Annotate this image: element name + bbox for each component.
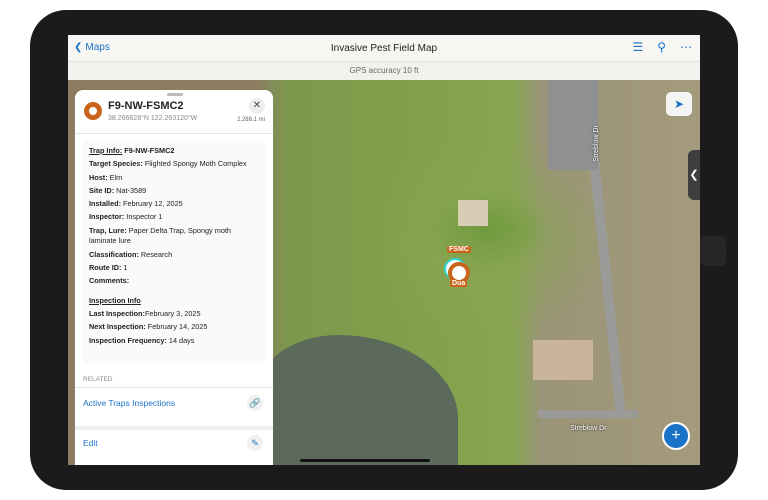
attribute-line: Inspection Frequency: 14 days [89, 336, 259, 347]
attribute-label: Inspection Frequency: [89, 335, 167, 345]
gps-accuracy: GPS accuracy 10 ft [68, 62, 700, 80]
feature-header: F9-NW-FSMC2 38.266828°N 122.263120°W ✕ 2… [75, 98, 273, 134]
attribute-line: Installed: February 12, 2025 [89, 199, 259, 210]
street-label: Streblow Dr [570, 425, 607, 432]
attribute-label: Installed: [89, 199, 122, 209]
trap-map-pin[interactable] [444, 258, 470, 284]
device-side-button [700, 236, 726, 266]
popup-content: Trap Info: F9-NW-FSMC2 Target Species: Fl… [83, 140, 265, 364]
close-icon: ✕ [252, 100, 262, 111]
attribute-line: Trap, Lure: Paper Delta Trap, Spongy mot… [89, 226, 259, 247]
attribute-line: Trap Info: F9-NW-FSMC2 [89, 146, 259, 157]
feature-panel: F9-NW-FSMC2 38.266828°N 122.263120°W ✕ 2… [75, 90, 273, 465]
attribute-value: Elm [107, 172, 123, 182]
attribute-value: F9-NW-FSMC2 [122, 146, 175, 155]
attribute-value: Flighted Spongy Moth Complex [142, 159, 247, 169]
parking-lot [548, 80, 598, 170]
feature-title: F9-NW-FSMC2 [108, 100, 184, 112]
attribute-line: Classification: Research [89, 250, 259, 261]
edit-label: Edit [83, 438, 98, 448]
attribute-value: Inspector 1 [124, 212, 163, 222]
page-title: Invasive Pest Field Map [330, 43, 438, 54]
layers-icon[interactable]: ☰ [632, 40, 643, 54]
attribute-line: Last Inspection:February 3, 2025 [89, 309, 259, 320]
attribute-value: Nat-3589 [114, 185, 147, 195]
navigation-bar: ❮ Maps Invasive Pest Field Map ☰ ⚲ ⋯ [68, 35, 700, 62]
side-panel-handle[interactable]: ❮ [688, 150, 700, 200]
navigation-arrow-icon: ➤ [673, 97, 685, 111]
related-active-traps-inspections[interactable]: Active Traps Inspections 🔗 [75, 387, 273, 417]
attribute-line: Comments: [89, 276, 259, 287]
attribute-value: 1 [121, 262, 128, 272]
chevron-left-icon: ❮ [689, 169, 699, 181]
attribute-value: February 12, 2025 [121, 199, 183, 209]
more-icon[interactable]: ⋯ [680, 40, 692, 54]
edit-row[interactable]: Edit ✎ [75, 426, 273, 456]
street-label: Streblow Dr [592, 125, 600, 162]
attribute-label: Trap, Lure: [89, 225, 127, 235]
attribute-value: Research [138, 249, 173, 259]
pin-top-label: FSMC [447, 246, 471, 253]
search-icon[interactable]: ⚲ [657, 40, 666, 54]
plus-icon: + [671, 427, 681, 444]
lake [258, 335, 458, 465]
attribute-line: Route ID: 1 [89, 263, 259, 274]
related-header: RELATED [83, 376, 113, 383]
home-indicator [300, 459, 430, 462]
attribute-label: Host: [89, 172, 108, 182]
attribute-label: Inspector: [89, 212, 125, 222]
attribute-label: Target Species: [89, 159, 143, 169]
attribute-label: Classification: [89, 249, 139, 259]
road [538, 410, 638, 418]
attribute-line: Inspection Info [89, 296, 259, 307]
pencil-icon[interactable]: ✎ [247, 435, 263, 451]
screen: FSMC Dua Streblow Dr Streblow Dr ❮ Maps I… [68, 35, 700, 465]
attribute-label: Site ID: [89, 185, 115, 195]
sand-court [458, 200, 488, 226]
pin-bottom-label: Dua [450, 280, 468, 287]
location-button[interactable]: ➤ [666, 92, 692, 116]
link-icon[interactable]: 🔗 [247, 394, 263, 411]
trap-symbol-icon [84, 102, 102, 120]
attribute-value: February 14, 2025 [145, 322, 208, 332]
attribute-line: Inspector: Inspector 1 [89, 212, 259, 223]
playground [533, 340, 593, 380]
add-button[interactable]: + [662, 422, 690, 450]
attribute-value: 14 days [166, 335, 195, 345]
close-button[interactable]: ✕ [249, 98, 265, 114]
attribute-line: Host: Elm [89, 173, 259, 184]
attribute-line: Target Species: Flighted Spongy Moth Com… [89, 159, 259, 170]
attribute-label: Inspection Info [89, 295, 141, 305]
related-item-label: Active Traps Inspections [83, 397, 176, 408]
attribute-label: Route ID: [89, 262, 122, 272]
attribute-label: Trap Info: [89, 146, 123, 155]
feature-coordinates: 38.266828°N 122.263120°W [108, 115, 198, 122]
attribute-label: Next Inspection: [89, 322, 146, 332]
attribute-label: Comments: [89, 276, 130, 286]
attribute-label: Last Inspection: [89, 308, 145, 318]
attribute-line: Next Inspection: February 14, 2025 [89, 322, 259, 333]
distance: 2,286.1 mi [236, 117, 265, 123]
attribute-line: Site ID: Nat-3589 [89, 186, 259, 197]
attribute-value: February 3, 2025 [144, 308, 201, 318]
drag-handle[interactable] [167, 93, 183, 96]
